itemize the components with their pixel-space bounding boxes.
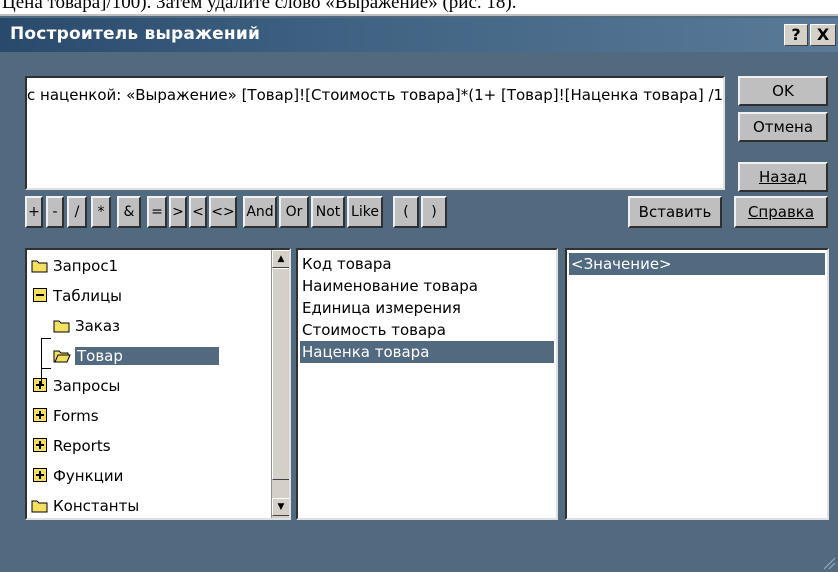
folder-icon[interactable] [31,499,49,513]
field-list-item[interactable]: Наценка товара [300,341,554,363]
expression-text[interactable]: с наценкой: «Выражение» [Товар]![Стоимос… [27,86,723,104]
operator-button[interactable]: ) [421,196,447,228]
back-button-label: Назад [758,168,807,186]
tree-item-label: Запрос1 [53,257,119,275]
tree-item[interactable]: Товар [53,342,219,372]
tree-item-label: Функции [53,467,124,485]
tree-connector-branch [41,368,51,369]
title-bar[interactable]: Построитель выражений ? X [0,18,838,52]
tree-connector-branch [41,338,51,339]
expand-box-icon[interactable] [33,438,47,452]
tree-item[interactable]: Таблицы [31,282,122,312]
close-button[interactable]: X [810,24,836,46]
operator-button[interactable]: & [117,196,141,228]
tree-item-label: Запросы [53,377,121,395]
object-tree-panel: Запрос1 Таблицы Заказ Товар Запросы Forms Repo… [25,248,291,520]
operator-button[interactable]: <> [209,196,237,228]
operator-button[interactable]: * [91,196,111,228]
value-list-item[interactable]: <Значение> [569,253,825,275]
resize-grip-icon[interactable] [820,554,836,570]
tree-scrollbar[interactable]: ▲ ▼ [271,250,289,518]
scroll-down-arrow[interactable]: ▼ [272,498,289,516]
help-title-button[interactable]: ? [784,24,808,46]
tree-item[interactable]: Заказ [53,312,120,342]
expression-builder-dialog: Построитель выражений ? X с наценкой: «В… [0,14,838,572]
operator-button[interactable]: + [25,196,43,228]
operator-button[interactable]: < [189,196,207,228]
window-title: Построитель выражений [10,24,261,44]
operator-button[interactable]: - [46,196,64,228]
operator-button[interactable]: = [147,196,167,228]
values-list-panel: <Значение> [565,248,829,520]
scroll-up-arrow[interactable]: ▲ [272,250,289,268]
document-text-strip: Цена товара]/100). Затем удалите слово «… [0,0,838,14]
ok-button[interactable]: OK [738,76,828,106]
tree-item[interactable]: Forms [31,402,99,432]
operator-button[interactable]: > [169,196,187,228]
tree-item[interactable]: Запрос1 [31,252,118,282]
expression-input[interactable]: с наценкой: «Выражение» [Товар]![Стоимос… [25,76,725,190]
expand-box-icon[interactable] [33,378,47,392]
tree-item[interactable]: Reports [31,432,111,462]
tree-item-label: Товар [75,347,219,365]
field-list-item[interactable]: Код товара [300,253,554,275]
tree-item-label: Forms [53,407,99,425]
folder-icon[interactable] [31,259,49,273]
expand-box-icon[interactable] [33,408,47,422]
field-list-item[interactable]: Единица измерения [300,297,554,319]
scroll-thumb[interactable] [272,268,289,480]
operator-button[interactable]: Not [311,196,345,228]
tree-item[interactable]: Константы [31,492,140,518]
operator-button[interactable]: / [67,196,87,228]
operator-button[interactable]: Like [347,196,383,228]
operator-button[interactable]: Or [279,196,309,228]
help-button[interactable]: Справка [734,196,828,228]
folder-icon[interactable] [53,319,71,333]
operator-button[interactable]: And [243,196,277,228]
collapse-box-icon[interactable] [33,288,47,302]
fields-list-panel: Код товара Наименование товара Единица изм… [296,248,558,520]
operator-button[interactable]: ( [393,196,419,228]
expand-box-icon[interactable] [33,468,47,482]
cancel-button[interactable]: Отмена [738,112,828,142]
document-fragment: Цена товара]/100). Затем удалите слово «… [2,0,517,13]
tree-item[interactable]: Запросы [31,372,120,402]
tree-item-label: Reports [53,437,111,455]
tree-item-label: Константы [53,497,140,515]
folder-open-icon[interactable] [53,349,71,363]
tree-item-label: Заказ [75,317,121,335]
field-list-item[interactable]: Стоимость товара [300,319,554,341]
insert-button[interactable]: Вставить [628,196,722,228]
tree-item-label: Таблицы [53,287,122,305]
tree-item[interactable]: Функции [31,462,123,492]
back-button[interactable]: Назад [738,162,828,192]
field-list-item[interactable]: Наименование товара [300,275,554,297]
tree-connector-vertical [41,338,42,384]
